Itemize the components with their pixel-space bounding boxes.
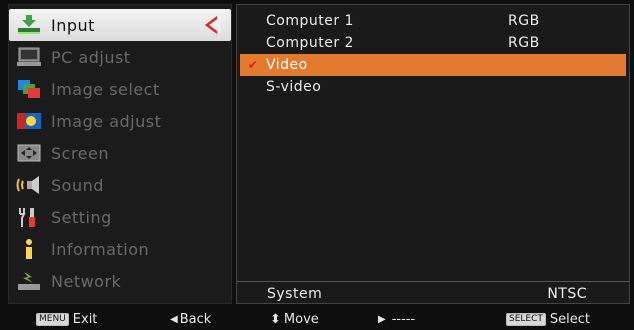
up-down-arrow-icon: ⬍	[270, 311, 281, 327]
option-computer-2[interactable]: Computer 2 RGB	[240, 32, 626, 54]
exit-hint: MENU Exit	[36, 312, 97, 327]
select-key-icon: SELECT	[506, 312, 546, 326]
setting-icon	[15, 205, 43, 229]
move-label: Move	[283, 311, 319, 327]
menu-item-label: Image adjust	[51, 111, 162, 131]
input-options-panel: Computer 1 RGB Computer 2 RGB ✔ Video S-…	[236, 4, 630, 304]
menu-item-label: PC adjust	[51, 47, 131, 67]
option-video[interactable]: ✔ Video	[240, 54, 626, 76]
select-hint: SELECT Select	[506, 312, 590, 327]
checkmark-icon: ✔	[247, 58, 259, 72]
projector-osd: Input PC adjust Image select Image adjus…	[0, 0, 634, 330]
system-row[interactable]: System NTSC	[267, 285, 623, 303]
menu-item-network[interactable]: Network	[9, 265, 231, 297]
menu-item-label: Sound	[51, 175, 104, 195]
option-label: S-video	[266, 79, 322, 95]
select-label: Select	[549, 311, 590, 327]
menu-item-label: Screen	[51, 143, 110, 163]
divider	[237, 281, 629, 282]
help-bar: MENU Exit ◀ Back ⬍ Move ▶ ----- SELECT S…	[8, 310, 628, 328]
right-arrow-icon: ▶	[378, 313, 386, 325]
menu-item-image-select[interactable]: Image select	[9, 73, 231, 105]
option-value: RGB	[508, 35, 540, 51]
menu-item-sound[interactable]: Sound	[9, 169, 231, 201]
sound-icon	[15, 173, 43, 197]
left-arrow-icon: ◀	[170, 313, 178, 325]
menu-item-information[interactable]: Information	[9, 233, 231, 265]
information-icon	[15, 237, 43, 261]
menu-item-image-adjust[interactable]: Image adjust	[9, 105, 231, 137]
option-computer-1[interactable]: Computer 1 RGB	[240, 10, 626, 32]
menu-item-label: Information	[51, 239, 150, 259]
menu-item-label: Setting	[51, 207, 112, 227]
main-menu: Input PC adjust Image select Image adjus…	[8, 4, 232, 304]
menu-item-label: Image select	[51, 79, 160, 99]
option-label: Computer 2	[266, 35, 354, 51]
menu-item-setting[interactable]: Setting	[9, 201, 231, 233]
next-hint: ▶ -----	[378, 312, 415, 327]
back-label: Back	[179, 311, 212, 327]
image-select-icon	[15, 77, 43, 101]
option-s-video[interactable]: S-video	[240, 76, 626, 98]
active-indicator-icon	[205, 16, 221, 34]
menu-item-pc-adjust[interactable]: PC adjust	[9, 41, 231, 73]
option-label: Computer 1	[266, 13, 354, 29]
menu-item-screen[interactable]: Screen	[9, 137, 231, 169]
system-value: NTSC	[547, 286, 587, 302]
move-hint: ⬍ Move	[270, 312, 319, 327]
menu-item-label: Input	[51, 15, 95, 35]
menu-key-icon: MENU	[36, 312, 69, 326]
menu-item-label: Network	[51, 271, 122, 291]
option-label: Video	[266, 57, 308, 73]
option-value: RGB	[508, 13, 540, 29]
next-label: -----	[391, 311, 416, 327]
system-label: System	[267, 286, 323, 302]
image-adjust-icon	[15, 109, 43, 133]
menu-item-input[interactable]: Input	[9, 9, 231, 41]
input-icon	[15, 13, 43, 37]
network-icon	[15, 269, 43, 293]
back-hint: ◀ Back	[170, 312, 211, 327]
screen-icon	[15, 141, 43, 165]
exit-label: Exit	[72, 311, 98, 327]
pc-adjust-icon	[15, 45, 43, 69]
